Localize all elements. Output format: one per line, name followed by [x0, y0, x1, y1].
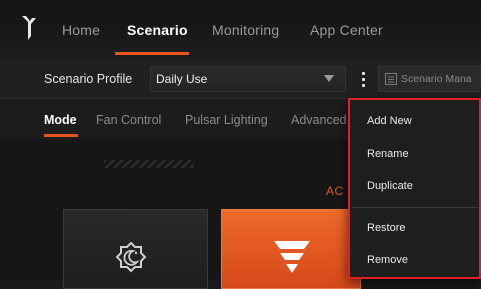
menu-item-restore[interactable]: Restore — [367, 222, 406, 234]
tab-mode[interactable]: Mode — [44, 113, 77, 127]
menu-divider — [352, 207, 478, 208]
mode-heading: AC — [326, 184, 344, 198]
tab-active-indicator — [44, 134, 78, 137]
kebab-dot — [361, 83, 365, 87]
nav-monitoring[interactable]: Monitoring — [212, 22, 279, 38]
chevron-down-icon[interactable] — [324, 75, 334, 82]
scenario-manager-label: Scenario Mana — [401, 73, 472, 85]
kebab-dot — [361, 77, 365, 81]
tab-fan-control[interactable]: Fan Control — [96, 113, 161, 127]
nav-active-indicator — [115, 52, 189, 55]
predator-logo-icon[interactable] — [20, 14, 38, 42]
list-icon — [385, 73, 397, 85]
scenario-profile-selected-value: Daily Use — [156, 72, 208, 86]
kebab-dot — [361, 71, 365, 75]
nav-home[interactable]: Home — [62, 22, 100, 38]
menu-item-rename[interactable]: Rename — [367, 148, 409, 160]
menu-item-remove[interactable]: Remove — [367, 254, 408, 266]
nav-app-center[interactable]: App Center — [310, 22, 383, 38]
moon-icon — [115, 242, 147, 273]
more-options-button[interactable] — [356, 66, 370, 92]
menu-item-add-new[interactable]: Add New — [367, 115, 412, 127]
scenario-profile-label: Scenario Profile — [44, 72, 133, 86]
decorative-hatch — [104, 160, 194, 168]
tab-pulsar-lighting[interactable]: Pulsar Lighting — [185, 113, 268, 127]
tab-advanced[interactable]: Advanced — [291, 113, 347, 127]
nav-scenario[interactable]: Scenario — [127, 22, 188, 38]
menu-item-duplicate[interactable]: Duplicate — [367, 180, 413, 192]
predator-mark-icon — [274, 241, 310, 273]
